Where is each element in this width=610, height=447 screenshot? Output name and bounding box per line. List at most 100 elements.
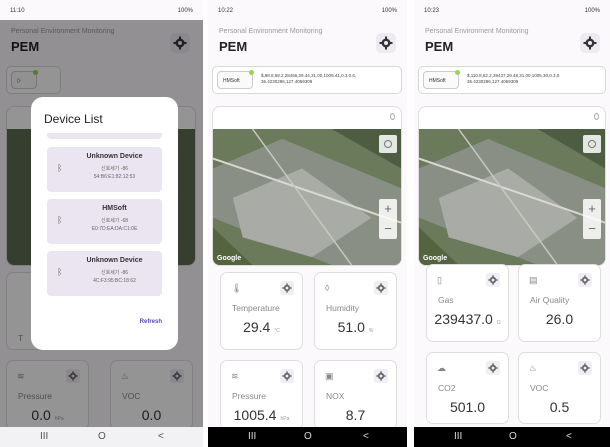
card-settings-button[interactable]	[578, 273, 592, 287]
phone-screen-dashboard-2: 10:23 100% Personal Environment Monitori…	[414, 0, 610, 447]
device-list-item[interactable]: ᛒ Unknown Device 신호세기 -86 54:B6:E1:82:12…	[47, 147, 162, 192]
refresh-button[interactable]: Refresh	[140, 319, 162, 325]
droplet-icon: ◊	[325, 283, 330, 293]
card-value: 26.0	[519, 311, 600, 327]
settings-button[interactable]	[580, 33, 600, 53]
card-value-number: 0.5	[549, 399, 570, 415]
my-location-button[interactable]	[379, 135, 397, 153]
connection-dot	[455, 70, 460, 75]
crosshair-icon	[588, 140, 596, 148]
voc-icon: ♨	[529, 363, 538, 373]
zoom-in-button[interactable]: +	[583, 199, 601, 219]
card-value: 239437.0 Ω	[427, 311, 508, 327]
satellite-imagery	[419, 129, 605, 265]
card-label: Temperature	[232, 303, 280, 313]
recent-apps-button[interactable]: III	[40, 431, 48, 442]
location-pin-icon	[594, 113, 599, 120]
status-time: 10:22	[218, 8, 234, 14]
back-button[interactable]: <	[158, 431, 164, 442]
nox-icon: ▣	[325, 371, 334, 381]
card-value: 1005.4 hPa	[221, 407, 302, 423]
back-button[interactable]: <	[566, 431, 572, 442]
device-rssi: 신호세기 -86	[100, 166, 129, 172]
device-list-item[interactable]: ᛒ Unknown Device 신호세기 -86 4C:F3:95:BC:18…	[47, 251, 162, 296]
sensor-card-nox: ▣ NOX 8.7	[314, 360, 397, 430]
my-location-button[interactable]	[583, 135, 601, 153]
device-chip[interactable]: HMSoft	[423, 70, 460, 89]
sensor-card-co2: ☁︎ CO2 501.0	[426, 352, 509, 424]
list-item-partial[interactable]	[47, 133, 162, 139]
card-unit: %	[368, 328, 374, 334]
card-settings-button[interactable]	[280, 369, 294, 383]
card-value: 0.5	[519, 399, 600, 415]
device-chip-label: HMSoft	[429, 78, 446, 84]
card-label: Air Quality	[530, 295, 570, 305]
zoom-controls[interactable]: + −	[583, 199, 601, 239]
nav-bar: III O <	[208, 427, 407, 447]
gear-icon	[282, 371, 292, 381]
map-card: + − Google	[418, 106, 606, 266]
nav-bar: III O <	[0, 427, 203, 447]
card-unit: °C	[274, 328, 280, 334]
card-settings-button[interactable]	[486, 273, 500, 287]
card-settings-button[interactable]	[374, 369, 388, 383]
card-label: Gas	[438, 295, 454, 305]
card-label: Pressure	[232, 391, 267, 401]
card-value-number: 239437.0	[434, 311, 493, 327]
gear-icon	[282, 283, 292, 293]
dialog-title: Device List	[44, 112, 103, 126]
gear-icon	[376, 371, 386, 381]
phone-screen-dashboard-1: 10:22 100% Personal Environment Monitori…	[208, 0, 407, 447]
device-list-item[interactable]: ᛒ HMSoft 신호세기 -68 E0:7D:EA:DA:C1:0E	[47, 199, 162, 244]
device-name: HMSoft	[102, 205, 127, 212]
card-value-number: 29.4	[243, 319, 271, 335]
gear-icon	[376, 283, 386, 293]
device-rssi: 신호세기 -86	[100, 270, 129, 276]
device-chip[interactable]: HMSoft	[217, 70, 254, 89]
app-title: PEM	[425, 39, 454, 54]
sensor-card-voc: ♨ VOC 0.5	[518, 352, 601, 424]
status-battery: 100%	[584, 8, 600, 14]
card-settings-button[interactable]	[280, 281, 294, 295]
map-view[interactable]: + − Google	[213, 129, 401, 265]
gas-icon: ▯	[437, 275, 442, 285]
settings-button[interactable]	[376, 33, 396, 53]
bluetooth-icon: ᛒ	[57, 267, 63, 277]
device-bar[interactable]: HMSoft $,98.8,68.2,28456,29.44,31.00,100…	[212, 66, 402, 94]
home-button[interactable]: O	[304, 431, 312, 442]
device-name: Unknown Device	[86, 257, 143, 264]
device-bar[interactable]: HMSoft $,110.8,62.2,39437,29.48,31.00,10…	[418, 66, 606, 94]
co2-icon: ☁︎	[437, 363, 446, 373]
recent-apps-button[interactable]: III	[248, 431, 256, 442]
map-view[interactable]: + − Google	[419, 129, 605, 265]
gear-icon	[583, 36, 597, 50]
bluetooth-icon: ᛒ	[57, 163, 63, 173]
sensor-card-pressure: ≋ Pressure 1005.4 hPa	[220, 360, 303, 430]
card-value-number: 26.0	[545, 311, 574, 327]
device-list[interactable]: ᛒ Unknown Device 신호세기 -86 54:B6:E1:82:12…	[47, 133, 162, 318]
nav-bar: III O <	[414, 427, 610, 447]
device-rssi: 신호세기 -68	[100, 218, 129, 224]
back-button[interactable]: <	[363, 431, 369, 442]
google-logo: Google	[423, 255, 448, 262]
device-mac: 4C:F3:95:BC:18:62	[93, 278, 136, 284]
home-button[interactable]: O	[509, 431, 517, 442]
device-data-line: 36.4230286,127.4069309	[467, 79, 519, 84]
zoom-out-button[interactable]: −	[583, 219, 601, 239]
card-label: VOC	[530, 383, 549, 393]
card-label: NOX	[326, 391, 345, 401]
status-time: 11:10	[10, 8, 25, 14]
card-settings-button[interactable]	[374, 281, 388, 295]
sensor-card-air-quality: ▤ Air Quality 26.0	[518, 264, 601, 342]
zoom-out-button[interactable]: −	[379, 219, 397, 239]
home-button[interactable]: O	[98, 431, 106, 442]
recent-apps-button[interactable]: III	[454, 431, 462, 442]
zoom-controls[interactable]: + −	[379, 199, 397, 239]
device-data: $,110.8,62.2,39437,29.48,31.00,1005.30,0…	[467, 73, 561, 85]
app-subtitle: Personal Environment Monitoring	[425, 28, 529, 35]
card-settings-button[interactable]	[486, 361, 500, 375]
card-value: 501.0	[427, 399, 508, 415]
card-settings-button[interactable]	[578, 361, 592, 375]
card-unit: hPa	[280, 416, 290, 422]
zoom-in-button[interactable]: +	[379, 199, 397, 219]
